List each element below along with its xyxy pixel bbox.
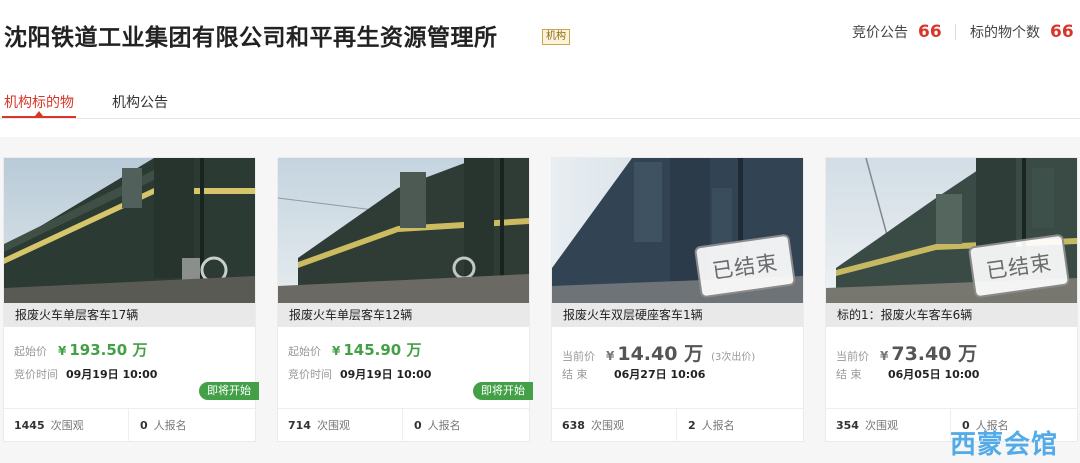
tab-org-items[interactable]: 机构标的物 <box>4 92 74 112</box>
start-price: ¥193.50 万 <box>58 339 147 360</box>
stat-divider <box>955 24 956 40</box>
price-label: 当前价 <box>562 350 595 363</box>
price-value: 73.40 万 <box>891 343 978 365</box>
lot-title[interactable]: 报废火车单层客车12辆 <box>278 303 529 327</box>
lot-title[interactable]: 报废火车单层客车17辆 <box>4 303 255 327</box>
current-price: ¥14.40 万 <box>606 339 703 366</box>
auction-time: 09月19日 10:00 <box>340 368 432 381</box>
stat-items-label: 标的物个数 <box>970 25 1040 41</box>
stat-announcements-label: 竞价公告 <box>852 25 908 41</box>
status-badge: 即将开始 <box>199 382 259 400</box>
org-name: 沈阳铁道工业集团有限公司和平再生资源管理所 <box>4 25 498 51</box>
tab-divider <box>0 118 1080 119</box>
stat-announcements-value: 66 <box>918 22 942 42</box>
signups-number: 0 <box>414 419 422 432</box>
price-row: 起始价 ¥145.90 万 <box>288 339 421 360</box>
views-number: 638 <box>562 419 585 432</box>
views-label: 次围观 <box>590 419 624 432</box>
price-label: 当前价 <box>836 350 869 363</box>
price-row: 起始价 ¥193.50 万 <box>14 339 147 360</box>
signups-label: 人报名 <box>427 419 461 432</box>
views-label: 次围观 <box>864 419 898 432</box>
footer-divider <box>676 409 677 442</box>
signups-count: 2 人报名 <box>688 409 735 442</box>
time-label: 结 束 <box>836 368 862 381</box>
org-header: 沈阳铁道工业集团有限公司和平再生资源管理所 机构 竞价公告 66 标的物个数 66 … <box>0 0 1080 137</box>
stat-announcements[interactable]: 竞价公告 66 <box>852 22 942 42</box>
price-value: 193.50 万 <box>69 341 148 359</box>
time-row: 结 束 06月27日 10:06 <box>562 366 705 382</box>
card-footer: 1445 次围观 0 人报名 <box>4 408 255 442</box>
currency-symbol: ¥ <box>332 344 341 358</box>
currency-symbol: ¥ <box>880 349 889 363</box>
views-number: 714 <box>288 419 311 432</box>
currency-symbol: ¥ <box>606 349 615 363</box>
train-photo[interactable] <box>4 158 255 303</box>
time-label: 竞价时间 <box>288 368 332 381</box>
signups-label: 人报名 <box>153 419 187 432</box>
price-label: 起始价 <box>14 345 47 358</box>
views-label: 次围观 <box>316 419 350 432</box>
lot-title[interactable]: 标的1：报废火车客车6辆 <box>826 303 1077 327</box>
site-watermark: 西蒙会馆 <box>950 430 1059 460</box>
price-row: 当前价 ¥14.40 万 (3次出价) <box>562 339 755 366</box>
footer-divider <box>128 409 129 442</box>
price-value: 14.40 万 <box>617 343 704 365</box>
lot-card[interactable]: 报废火车单层客车17辆 起始价 ¥193.50 万 竞价时间 09月19日 10:… <box>3 157 259 442</box>
train-photo[interactable] <box>278 158 529 303</box>
views-count: 1445 次围观 <box>14 409 84 442</box>
price-value: 145.90 万 <box>343 341 422 359</box>
time-row: 竞价时间 09月19日 10:00 <box>14 366 157 382</box>
price-label: 起始价 <box>288 345 321 358</box>
views-label: 次围观 <box>50 419 84 432</box>
end-time: 06月05日 10:00 <box>888 368 980 381</box>
views-count: 638 次围观 <box>562 409 624 442</box>
current-price: ¥73.40 万 <box>880 339 977 366</box>
signups-number: 0 <box>140 419 148 432</box>
tab-org-announcements[interactable]: 机构公告 <box>112 92 168 112</box>
status-badge: 即将开始 <box>473 382 533 400</box>
footer-divider <box>402 409 403 442</box>
views-number: 1445 <box>14 419 45 432</box>
bid-count: (3次出价) <box>711 352 756 363</box>
lot-card[interactable]: 已结束 报废火车双层硬座客车1辆 当前价 ¥14.40 万 (3次出价) 结 束… <box>551 157 804 442</box>
card-footer: 638 次围观 2 人报名 <box>552 408 803 442</box>
card-footer: 714 次围观 0 人报名 <box>278 408 529 442</box>
lot-title[interactable]: 报废火车双层硬座客车1辆 <box>552 303 803 327</box>
signups-count: 0 人报名 <box>140 409 187 442</box>
time-row: 竞价时间 09月19日 10:00 <box>288 366 431 382</box>
time-label: 竞价时间 <box>14 368 58 381</box>
end-time: 06月27日 10:06 <box>614 368 706 381</box>
start-price: ¥145.90 万 <box>332 339 421 360</box>
views-count: 354 次围观 <box>836 409 898 442</box>
stat-items-value: 66 <box>1050 22 1074 42</box>
org-type-badge: 机构 <box>542 29 570 45</box>
signups-number: 2 <box>688 419 696 432</box>
price-row: 当前价 ¥73.40 万 <box>836 339 977 366</box>
stat-items[interactable]: 标的物个数 66 <box>970 22 1074 42</box>
signups-label: 人报名 <box>701 419 735 432</box>
currency-symbol: ¥ <box>58 344 67 358</box>
views-count: 714 次围观 <box>288 409 350 442</box>
time-row: 结 束 06月05日 10:00 <box>836 366 979 382</box>
signups-count: 0 人报名 <box>414 409 461 442</box>
views-number: 354 <box>836 419 859 432</box>
lot-card[interactable]: 已结束 标的1：报废火车客车6辆 当前价 ¥73.40 万 结 束 06月05日 … <box>825 157 1078 442</box>
time-label: 结 束 <box>562 368 588 381</box>
auction-time: 09月19日 10:00 <box>66 368 158 381</box>
lot-card[interactable]: 报废火车单层客车12辆 起始价 ¥145.90 万 竞价时间 09月19日 10:… <box>277 157 533 442</box>
